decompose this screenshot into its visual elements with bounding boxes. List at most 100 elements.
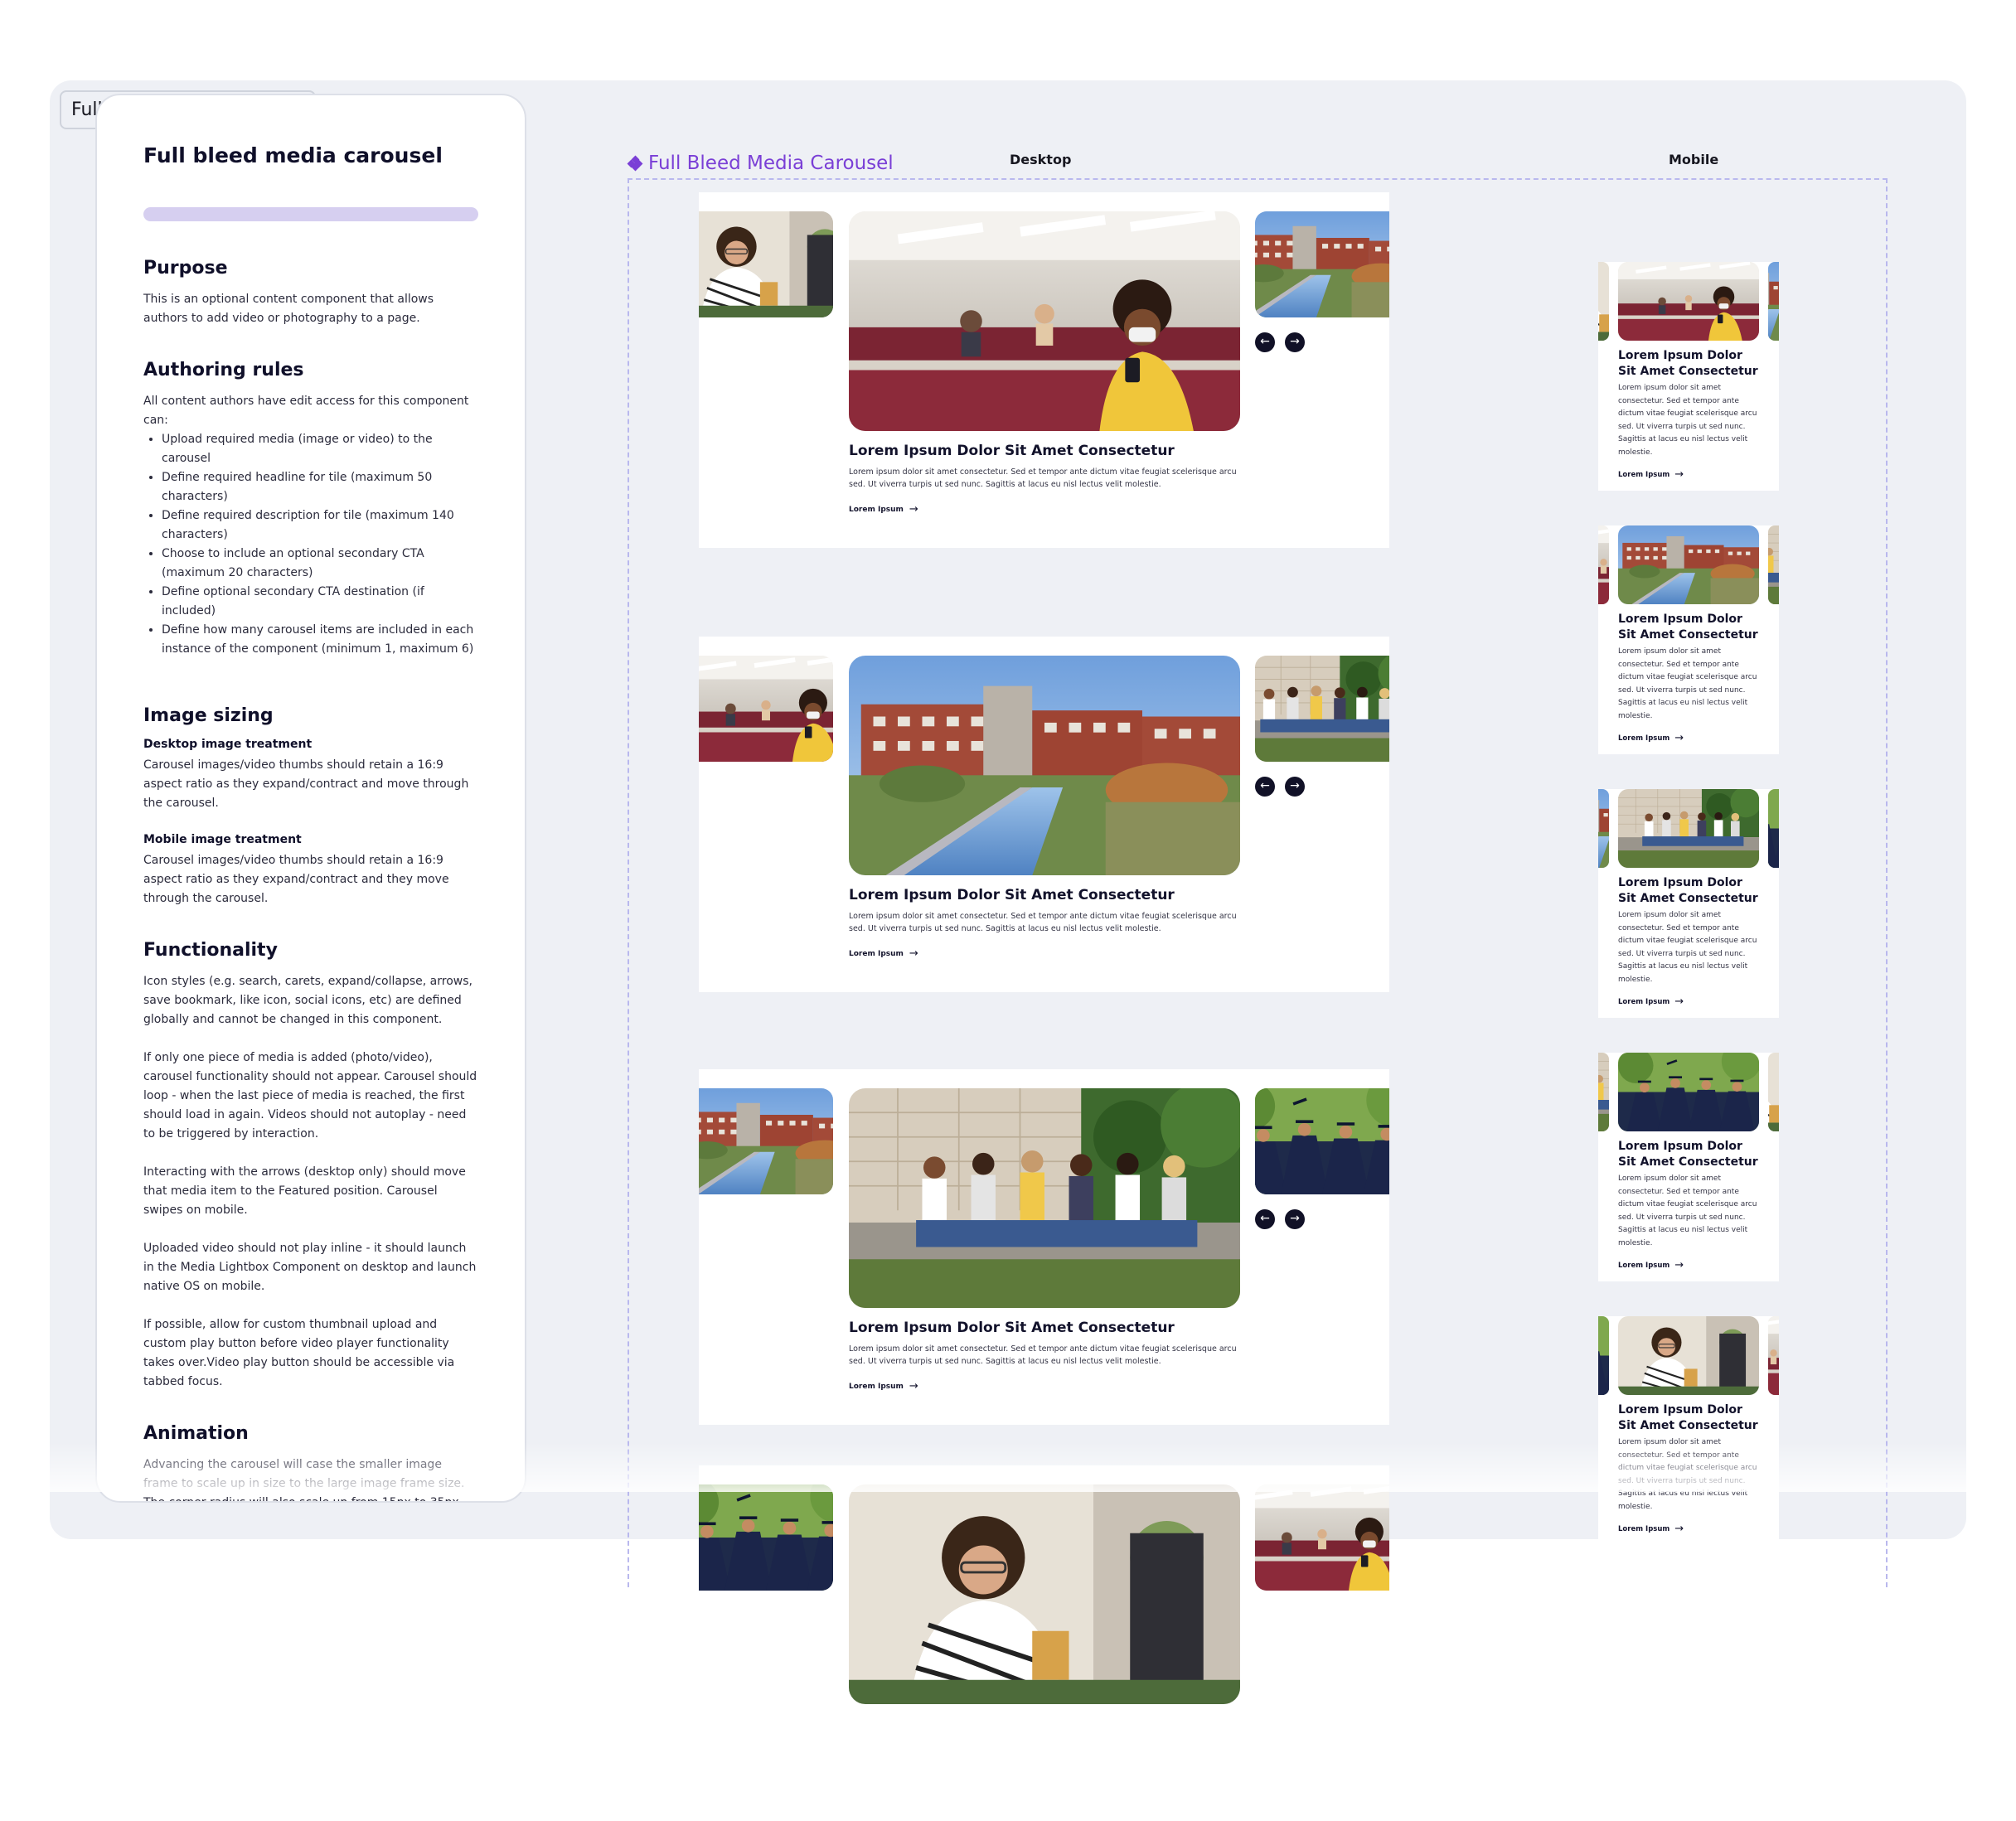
slide-headline: Lorem Ipsum Dolor Sit Amet Consectetur	[1618, 876, 1758, 905]
purpose-section: Purpose This is an optional content comp…	[143, 258, 478, 328]
campus-photo	[1255, 211, 1389, 317]
slide-cta-link[interactable]: Lorem Ipsum →	[1618, 995, 1684, 1008]
next-peek[interactable]	[1768, 1316, 1779, 1395]
featured-media[interactable]	[849, 1484, 1240, 1704]
slide-cta-link[interactable]: Lorem Ipsum →	[1618, 1523, 1684, 1535]
graduates-photo	[699, 1484, 833, 1591]
next-peek[interactable]	[1768, 789, 1779, 868]
authoring-heading: Authoring rules	[143, 360, 304, 380]
next-thumbnail[interactable]	[1255, 656, 1389, 762]
documentation-card: Full bleed media carousel Purpose This i…	[95, 94, 526, 1503]
previous-thumbnail[interactable]	[699, 1484, 833, 1591]
doc-divider-bar	[143, 207, 478, 221]
next-thumbnail[interactable]	[1255, 1484, 1389, 1591]
desktop-label: Desktop	[1010, 152, 1072, 167]
previous-peek[interactable]	[1598, 262, 1609, 341]
mobile-carousel-slide: Lorem Ipsum Dolor Sit Amet Consectetur L…	[1598, 789, 1779, 1018]
functionality-section: Functionality Icon styles (e.g. search, …	[143, 940, 478, 1392]
slide-description: Lorem ipsum dolor sit amet consectetur. …	[1618, 1174, 1757, 1247]
slide-headline: Lorem Ipsum Dolor Sit Amet Consectetur	[849, 443, 1175, 459]
functionality-paragraph: Icon styles (e.g. search, carets, expand…	[143, 975, 472, 1026]
mobile-carousel-slide: Lorem Ipsum Dolor Sit Amet Consectetur L…	[1598, 1053, 1779, 1281]
component-icon	[627, 155, 643, 172]
campus-photo	[849, 656, 1240, 875]
arrow-right-icon[interactable]: →	[1285, 1209, 1305, 1229]
slide-cta-link[interactable]: Lorem Ipsum →	[849, 947, 918, 960]
slide-cta-link[interactable]: Lorem Ipsum →	[1618, 468, 1684, 481]
students-photo	[1768, 525, 1779, 604]
next-peek[interactable]	[1768, 1053, 1779, 1131]
component-title[interactable]: Full Bleed Media Carousel	[627, 153, 894, 174]
previous-thumbnail[interactable]	[699, 211, 833, 317]
previous-peek[interactable]	[1598, 1316, 1609, 1395]
bottom-fade	[0, 1442, 2016, 1492]
desktop-treatment: Desktop image treatment Carousel images/…	[143, 738, 478, 813]
arrow-left-icon[interactable]: ←	[1255, 1209, 1275, 1229]
featured-media[interactable]	[849, 656, 1240, 875]
slide-description: Lorem ipsum dolor sit amet consectetur. …	[849, 912, 1237, 933]
authoring-list: Upload required media (image or video) t…	[143, 430, 478, 659]
previous-thumbnail[interactable]	[699, 1088, 833, 1194]
graduates-photo	[1255, 1088, 1389, 1194]
arrow-right-icon[interactable]: →	[1285, 332, 1305, 352]
desktop-carousel-slide: ← → Lorem Ipsum Dolor Sit Amet Consectet…	[699, 637, 1389, 992]
students-photo	[1598, 1053, 1609, 1131]
next-thumbnail[interactable]	[1255, 1088, 1389, 1194]
mobile-media[interactable]	[1618, 789, 1759, 868]
previous-peek[interactable]	[1598, 789, 1609, 868]
desktop-treatment-body: Carousel images/video thumbs should reta…	[143, 758, 469, 810]
mobile-media[interactable]	[1618, 262, 1759, 341]
list-item: Define required description for tile (ma…	[162, 506, 478, 545]
arrow-right-icon: →	[1674, 1523, 1684, 1535]
previous-peek[interactable]	[1598, 525, 1609, 604]
slide-headline: Lorem Ipsum Dolor Sit Amet Consectetur	[1618, 613, 1758, 642]
desktop-carousel-slide: ← → Lorem Ipsum Dolor Sit Amet Consectet…	[699, 192, 1389, 548]
previous-thumbnail[interactable]	[699, 656, 833, 762]
featured-media[interactable]	[849, 1088, 1240, 1308]
featured-media[interactable]	[849, 211, 1240, 431]
arrow-left-icon[interactable]: ←	[1255, 332, 1275, 352]
mobile-media[interactable]	[1618, 1053, 1759, 1131]
slide-cta-link[interactable]: Lorem Ipsum →	[1618, 1259, 1684, 1271]
doc-title: Full bleed media carousel	[143, 143, 443, 167]
authoring-section: Authoring rules All content authors have…	[143, 360, 478, 659]
list-item: Define how many carousel items are inclu…	[162, 621, 478, 659]
previous-peek[interactable]	[1598, 1053, 1609, 1131]
slide-cta-link[interactable]: Lorem Ipsum →	[849, 503, 918, 516]
cta-label: Lorem Ipsum	[1618, 1524, 1670, 1533]
animation-heading: Animation	[143, 1423, 249, 1444]
lab-photo	[1768, 1053, 1779, 1131]
arrow-right-icon: →	[909, 947, 918, 960]
slide-description: Lorem ipsum dolor sit amet consectetur. …	[849, 467, 1237, 489]
list-item: Upload required media (image or video) t…	[162, 430, 478, 468]
slide-description: Lorem ipsum dolor sit amet consectetur. …	[1618, 911, 1757, 984]
authoring-intro: All content authors have edit access for…	[143, 395, 469, 427]
arrow-right-icon: →	[1674, 1259, 1684, 1271]
next-peek[interactable]	[1768, 525, 1779, 604]
arrow-left-icon[interactable]: ←	[1255, 777, 1275, 797]
desktop-carousel-slide	[699, 1465, 1389, 1821]
functionality-paragraph: Uploaded video should not play inline - …	[143, 1242, 477, 1293]
lab-photo	[1618, 1316, 1759, 1395]
next-peek[interactable]	[1768, 262, 1779, 341]
next-thumbnail[interactable]	[1255, 211, 1389, 317]
cta-label: Lorem Ipsum	[1618, 997, 1670, 1006]
cta-label: Lorem Ipsum	[849, 505, 904, 514]
functionality-paragraph: If only one piece of media is added (pho…	[143, 1051, 477, 1141]
mobile-carousel-slide: Lorem Ipsum Dolor Sit Amet Consectetur L…	[1598, 525, 1779, 754]
desktop-treatment-heading: Desktop image treatment	[143, 738, 313, 751]
carousel-nav: ← →	[1255, 777, 1305, 797]
mobile-media[interactable]	[1618, 1316, 1759, 1395]
slide-cta-link[interactable]: Lorem Ipsum →	[1618, 732, 1684, 744]
lecture-photo	[1618, 262, 1759, 341]
slide-cta-link[interactable]: Lorem Ipsum →	[849, 1380, 918, 1392]
cta-label: Lorem Ipsum	[849, 1382, 904, 1391]
image-sizing-section: Image sizing Desktop image treatment Car…	[143, 705, 478, 908]
lecture-photo	[849, 211, 1240, 431]
cta-label: Lorem Ipsum	[849, 949, 904, 958]
list-item: Choose to include an optional secondary …	[162, 545, 478, 583]
slide-description: Lorem ipsum dolor sit amet consectetur. …	[1618, 647, 1757, 720]
mobile-carousel-slide: Lorem Ipsum Dolor Sit Amet Consectetur L…	[1598, 262, 1779, 491]
mobile-media[interactable]	[1618, 525, 1759, 604]
arrow-right-icon[interactable]: →	[1285, 777, 1305, 797]
